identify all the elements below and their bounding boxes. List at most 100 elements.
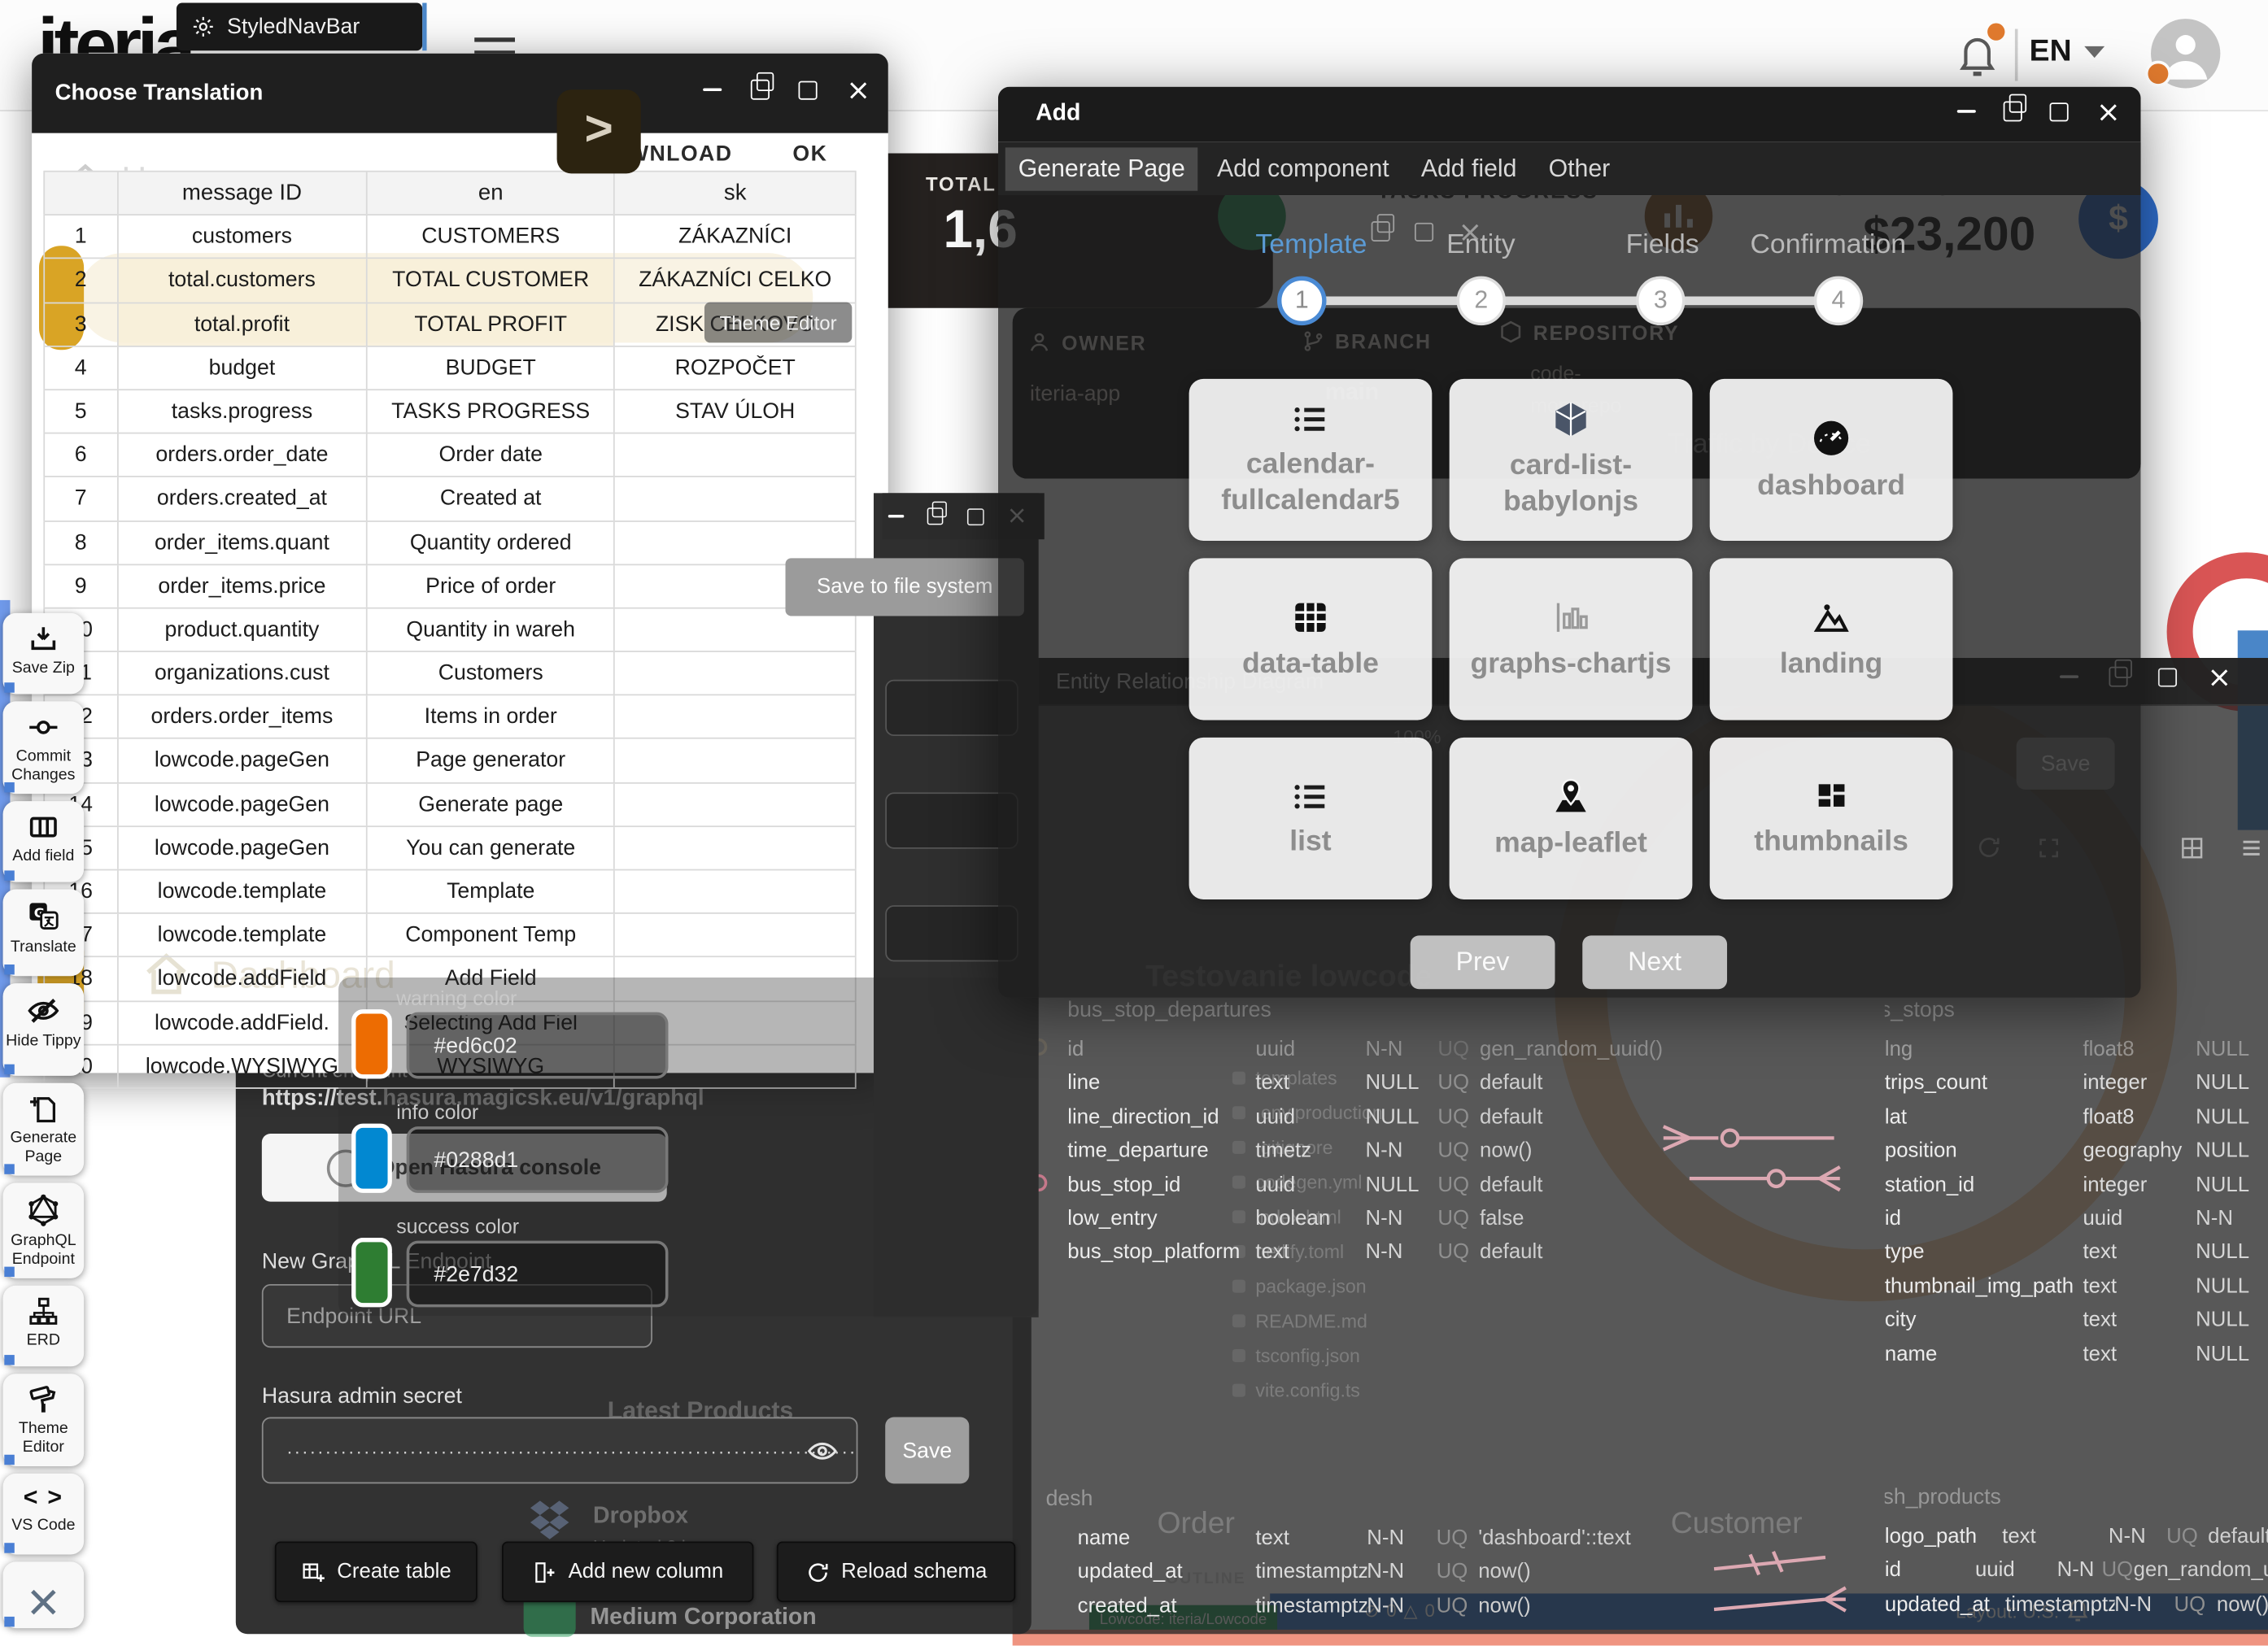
table-row[interactable]: citytextNULL bbox=[1885, 1304, 2268, 1339]
table-row[interactable]: bus_stop_iduuid NULLUQdefault bbox=[1067, 1169, 1663, 1204]
warning-color-input[interactable]: #ed6c02 bbox=[407, 1012, 669, 1079]
add-new-column-button[interactable]: Add new column bbox=[502, 1541, 753, 1602]
translation-row[interactable]: 5 tasks.progress TASKS PROGRESS STAV ÚLO… bbox=[43, 390, 856, 434]
erd-table-bus-stop-departures[interactable]: bus_stop_departures iduuid N-NUQgen_rand… bbox=[1067, 998, 1663, 1271]
tab-add-component[interactable]: Add component bbox=[1204, 146, 1402, 189]
sidebar-item-hide-tippy[interactable]: Hide Tippy bbox=[3, 983, 85, 1076]
sidebar-item-theme-editor[interactable]: Theme Editor bbox=[3, 1374, 85, 1466]
warning-color-swatch[interactable] bbox=[351, 1009, 392, 1078]
graphql-save-button[interactable]: Save bbox=[885, 1417, 969, 1484]
sidebar-item-generate-page[interactable]: Generate Page bbox=[3, 1083, 85, 1176]
sidebar-item-vs-code[interactable]: < > VS Code bbox=[3, 1474, 85, 1555]
tab-add-field[interactable]: Add field bbox=[1408, 146, 1530, 189]
table-row[interactable]: line_direction_iduuid NULLUQdefault bbox=[1067, 1102, 1663, 1136]
close-icon[interactable]: × bbox=[846, 80, 870, 100]
prev-button[interactable]: Prev bbox=[1411, 935, 1555, 989]
minimize-icon[interactable] bbox=[703, 88, 722, 91]
step-circle-1[interactable]: 1 bbox=[1277, 277, 1326, 325]
table-row[interactable]: latfloat8NULL bbox=[1885, 1102, 2268, 1136]
translation-row[interactable]: 13 lowcode.pageGen Page generator bbox=[43, 739, 856, 783]
sidebar-item-graphql-endpoint[interactable]: GraphQL Endpoint bbox=[3, 1182, 85, 1278]
tab-other[interactable]: Other bbox=[1536, 146, 1624, 189]
table-row[interactable]: nametext N-NUQ'dashboard'::text bbox=[1078, 1522, 1631, 1557]
table-row[interactable]: lngfloat8NULL bbox=[1885, 1034, 2268, 1068]
template-card-landing[interactable]: landing bbox=[1710, 558, 1953, 720]
template-card-data-table[interactable]: data-table bbox=[1189, 558, 1433, 720]
sidebar-item-add-field[interactable]: Add field bbox=[3, 801, 85, 882]
table-row[interactable]: logo_pathtext N-NUQdefault bbox=[1885, 1522, 2268, 1556]
table-row[interactable]: time_departuretimetz N-NUQnow() bbox=[1067, 1135, 1663, 1169]
sidebar-item-save-zip[interactable]: Save Zip bbox=[3, 613, 85, 695]
table-row[interactable]: iduuidN-N bbox=[1885, 1203, 2268, 1237]
col-sk[interactable]: sk bbox=[614, 172, 857, 215]
template-card-map[interactable]: map-leaflet bbox=[1450, 738, 1693, 899]
table-row[interactable]: station_idintegerNULL bbox=[1885, 1169, 2268, 1204]
template-card-graphs[interactable]: graphs-chartjs bbox=[1450, 558, 1693, 720]
ok-button[interactable]: OK bbox=[792, 142, 827, 166]
template-card-thumbnails[interactable]: thumbnails bbox=[1710, 738, 1953, 899]
erd-table-bus-stops[interactable]: bus_stops lngfloat8NULL trips_countinteg… bbox=[1885, 998, 2268, 1372]
table-row[interactable]: linetext NULLUQdefault bbox=[1067, 1068, 1663, 1102]
admin-secret-input[interactable]: ········································… bbox=[262, 1417, 858, 1484]
step-circle-2[interactable]: 2 bbox=[1457, 277, 1506, 325]
close-icon[interactable]: × bbox=[2207, 667, 2231, 687]
translation-row[interactable]: 12 orders.order_items Items in order bbox=[43, 696, 856, 740]
translation-row[interactable]: 6 orders.order_date Order date bbox=[43, 434, 856, 478]
translation-row[interactable]: 9 order_items.price Price of order bbox=[43, 565, 856, 609]
table-row[interactable]: bus_stop_platformtext N-NUQdefault bbox=[1067, 1237, 1663, 1271]
col-message-id[interactable]: message ID bbox=[116, 172, 366, 215]
next-button[interactable]: Next bbox=[1582, 935, 1727, 989]
translation-row[interactable]: 8 order_items.quant Quantity ordered bbox=[43, 521, 856, 565]
translation-row[interactable]: 14 lowcode.pageGen Generate page bbox=[43, 783, 856, 827]
list-view-icon[interactable] bbox=[2239, 835, 2263, 867]
table-row[interactable]: thumbnail_img_pathtextNULL bbox=[1885, 1270, 2268, 1304]
restore-icon[interactable] bbox=[751, 80, 770, 100]
success-color-swatch[interactable] bbox=[351, 1238, 392, 1307]
reload-schema-button[interactable]: Reload schema bbox=[777, 1541, 1015, 1602]
table-row[interactable]: iduuid N-NUQgen_random_uuid() bbox=[1885, 1555, 2268, 1589]
erd-table-desh-products[interactable]: desh_products logo_pathtext N-NUQdefault… bbox=[1885, 1485, 2268, 1622]
step-circle-4[interactable]: 4 bbox=[1814, 277, 1863, 325]
close-icon[interactable]: × bbox=[2096, 101, 2121, 121]
sidebar-item-erd[interactable]: ERD bbox=[3, 1286, 85, 1367]
add-dialog-titlebar[interactable]: Add × bbox=[998, 87, 2141, 142]
erd-table-desh[interactable]: desh nametext N-NUQ'dashboard'::text upd… bbox=[1078, 1487, 1631, 1624]
template-card-list[interactable]: list bbox=[1189, 738, 1433, 899]
tab-generate-page[interactable]: Generate Page bbox=[1005, 146, 1198, 189]
success-color-input[interactable]: #2e7d32 bbox=[407, 1241, 669, 1308]
step-label-template[interactable]: Template bbox=[1255, 230, 1367, 262]
step-label-confirmation[interactable]: Confirmation bbox=[1751, 230, 1907, 262]
next-chevron-tile[interactable]: > bbox=[557, 89, 641, 173]
language-selector[interactable]: EN bbox=[2030, 35, 2105, 70]
info-color-input[interactable]: #0288d1 bbox=[407, 1126, 669, 1193]
translation-row[interactable]: 7 orders.created_at Created at bbox=[43, 477, 856, 521]
step-label-entity[interactable]: Entity bbox=[1446, 230, 1516, 262]
table-row[interactable]: updated_attimestamptz N-NUQnow() bbox=[1078, 1557, 1631, 1591]
translation-row[interactable]: 2 total.customers TOTAL CUSTOMER ZÁKAZNÍ… bbox=[43, 259, 856, 303]
create-table-button[interactable]: Create table bbox=[275, 1541, 478, 1602]
sidebar-close-button[interactable] bbox=[3, 1561, 85, 1628]
maximize-icon[interactable] bbox=[799, 81, 818, 99]
sidebar-item-translate[interactable]: G Translate bbox=[3, 890, 85, 977]
table-row[interactable]: positiongeographyNULL bbox=[1885, 1135, 2268, 1169]
minimize-icon[interactable] bbox=[1957, 110, 1976, 113]
table-row[interactable]: low_entryboolean N-NUQfalse bbox=[1067, 1203, 1663, 1237]
template-card-dashboard[interactable]: dashboard bbox=[1710, 379, 1953, 541]
restore-icon[interactable] bbox=[2004, 101, 2022, 121]
translation-row[interactable]: 17 lowcode.template Component Temp bbox=[43, 914, 856, 958]
table-row[interactable]: trips_countintegerNULL bbox=[1885, 1068, 2268, 1102]
table-row[interactable]: created_attimestamptz N-NUQnow() bbox=[1078, 1591, 1631, 1625]
table-row[interactable]: updated_attimestamptz N-NUQnow() bbox=[1885, 1589, 2268, 1623]
step-label-fields[interactable]: Fields bbox=[1626, 230, 1699, 262]
translation-row[interactable]: 4 budget BUDGET ROZPOČET bbox=[43, 346, 856, 390]
translation-row[interactable]: 11 organizations.cust Customers bbox=[43, 652, 856, 696]
maximize-icon[interactable] bbox=[967, 507, 984, 525]
translation-row[interactable]: 16 lowcode.template Template bbox=[43, 870, 856, 914]
col-en[interactable]: en bbox=[366, 172, 614, 215]
restore-icon[interactable] bbox=[927, 507, 944, 525]
translation-row[interactable]: 10 product.quantity Quantity in wareh bbox=[43, 608, 856, 652]
table-row[interactable]: nametextNULL bbox=[1885, 1339, 2268, 1373]
translation-row[interactable]: 1 customers CUSTOMERS ZÁKAZNÍCI bbox=[43, 216, 856, 259]
template-card-calendar[interactable]: calendar-fullcalendar5 bbox=[1189, 379, 1433, 541]
translation-row[interactable]: 15 lowcode.pageGen You can generate bbox=[43, 827, 856, 871]
